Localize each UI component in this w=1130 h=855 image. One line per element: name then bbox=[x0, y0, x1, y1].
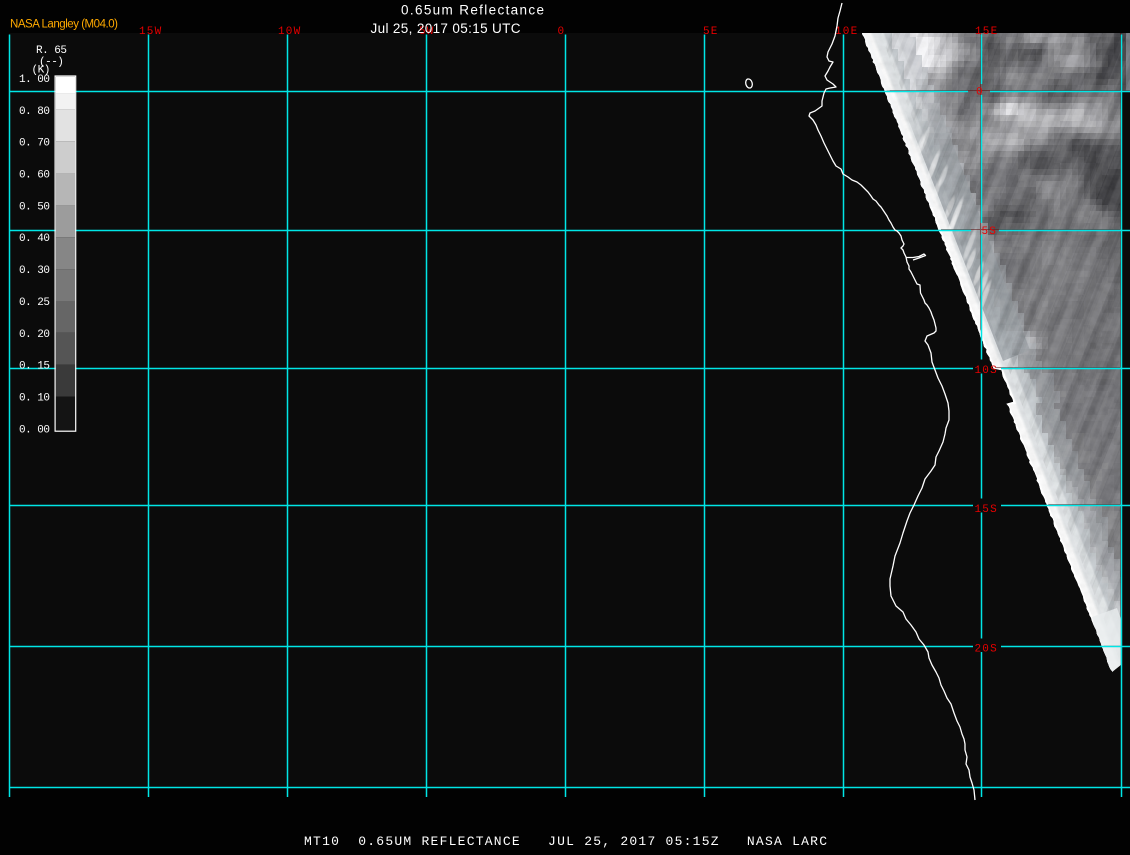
svg-text:0. 25: 0. 25 bbox=[19, 297, 50, 309]
svg-text:0. 10: 0. 10 bbox=[19, 393, 50, 405]
svg-text:15W: 15W bbox=[139, 26, 162, 38]
svg-text:10E: 10E bbox=[835, 26, 858, 38]
svg-text:15S: 15S bbox=[975, 504, 998, 516]
svg-text:10W: 10W bbox=[278, 26, 301, 38]
svg-text:MT10 0.65UM REFLECTANCE JUL: MT10 0.65UM REFLECTANCE JUL 25, 2017 05:… bbox=[304, 834, 827, 849]
svg-text:R. 65: R. 65 bbox=[36, 45, 67, 57]
svg-text:0. 70: 0. 70 bbox=[19, 138, 50, 150]
svg-text:0. 30: 0. 30 bbox=[19, 265, 50, 277]
svg-text:0.65um Reflectance: 0.65um Reflectance bbox=[401, 2, 544, 17]
svg-text:15E: 15E bbox=[975, 26, 998, 38]
svg-text:NASA Langley (M04.0): NASA Langley (M04.0) bbox=[10, 19, 118, 31]
svg-text:5S: 5S bbox=[982, 226, 998, 238]
svg-text:1. 00: 1. 00 bbox=[19, 74, 50, 86]
svg-text:10S: 10S bbox=[975, 365, 998, 377]
svg-text:0. 40: 0. 40 bbox=[19, 233, 50, 245]
svg-text:Jul 25, 2017 05:15 UTC: Jul 25, 2017 05:15 UTC bbox=[371, 21, 521, 36]
svg-text:0. 20: 0. 20 bbox=[19, 329, 50, 341]
svg-text:0. 60: 0. 60 bbox=[19, 170, 50, 182]
svg-text:0. 50: 0. 50 bbox=[19, 201, 50, 213]
svg-text:20S: 20S bbox=[975, 644, 998, 656]
svg-text:0. 80: 0. 80 bbox=[19, 106, 50, 118]
svg-text:0: 0 bbox=[976, 87, 984, 99]
svg-text:5E: 5E bbox=[703, 26, 719, 38]
svg-text:0. 00: 0. 00 bbox=[19, 424, 50, 436]
svg-text:0: 0 bbox=[558, 26, 566, 38]
svg-text:0. 15: 0. 15 bbox=[19, 361, 50, 373]
